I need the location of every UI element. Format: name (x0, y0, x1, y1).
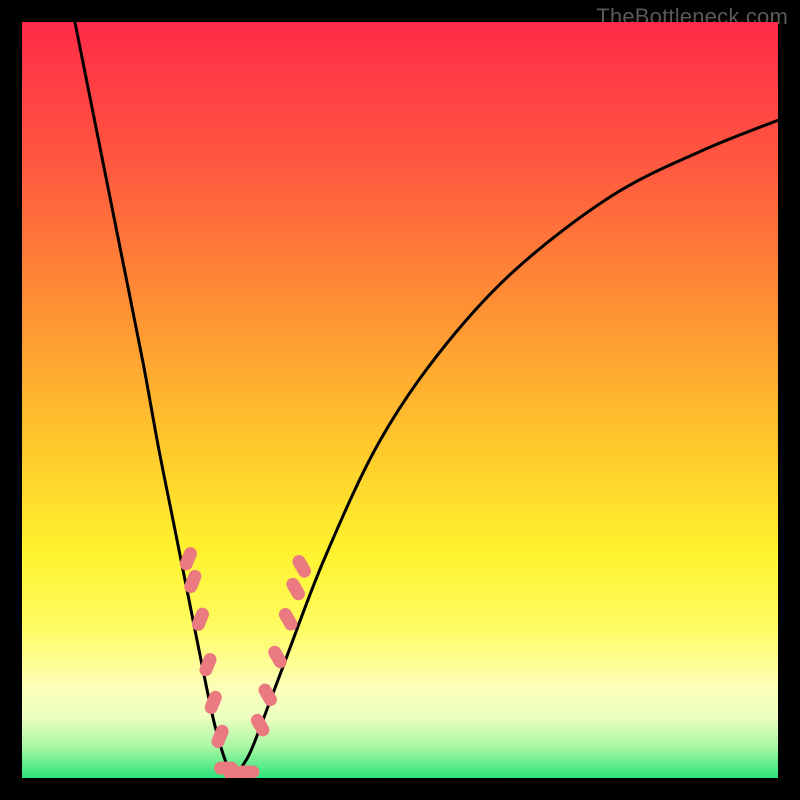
marker-point (203, 689, 224, 716)
marker-point (290, 553, 313, 580)
marker-group (178, 545, 314, 778)
marker-point (210, 723, 231, 750)
curve-group (75, 22, 778, 778)
chart-svg (22, 22, 778, 778)
curve-right-curve (234, 120, 778, 778)
chart-container: TheBottleneck.com (0, 0, 800, 800)
marker-point (284, 575, 307, 602)
marker-point (249, 711, 272, 738)
plot-area (22, 22, 778, 778)
marker-point (235, 765, 259, 778)
